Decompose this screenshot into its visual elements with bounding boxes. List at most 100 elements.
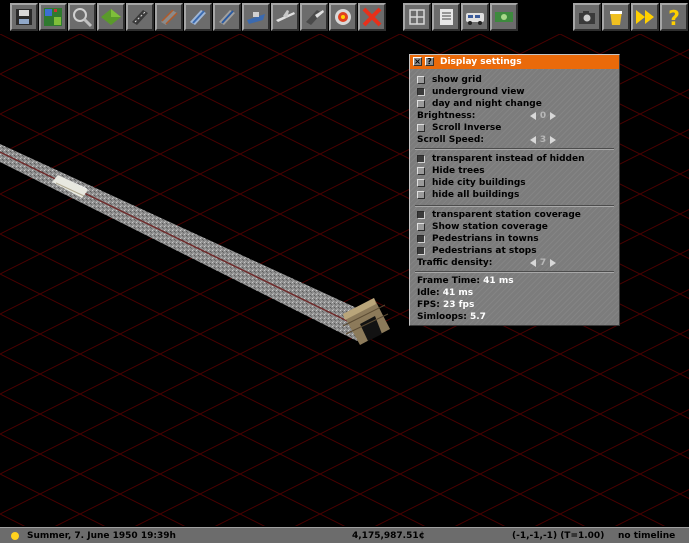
- fps-value: 23 fps: [442, 300, 475, 310]
- rail-tools-button[interactable]: [155, 3, 183, 31]
- brightness-label: Brightness:: [417, 111, 476, 121]
- display-settings-window[interactable]: × ? Display settings show grid undergrou…: [409, 54, 620, 326]
- window-title: Display settings: [440, 57, 522, 67]
- camera-icon: [579, 11, 595, 24]
- road-tools-button[interactable]: [126, 3, 154, 31]
- game-date: Summer, 7. June 1950 19:39h: [27, 531, 176, 541]
- show-station-coverage-checkbox[interactable]: [417, 223, 425, 231]
- floppy-disk-icon: [16, 9, 32, 25]
- minimap-button[interactable]: [39, 3, 67, 31]
- frame-time-label: Frame Time:: [417, 276, 481, 286]
- scroll-speed-increase-button[interactable]: [550, 136, 556, 144]
- help-icon: ?: [427, 57, 432, 66]
- cursor-coordinates: (-1,-1,-1) (T=1.00): [512, 531, 605, 541]
- pedestrians-in-towns-label: Pedestrians in towns: [432, 234, 539, 244]
- scroll-inverse-label: Scroll Inverse: [432, 123, 502, 133]
- drink-cup-icon: [610, 11, 622, 25]
- hide-city-buildings-label: hide city buildings: [432, 178, 526, 188]
- fast-forward-icon: [636, 10, 654, 24]
- question-mark-icon: ?: [668, 6, 680, 28]
- divider: [415, 271, 614, 273]
- rail-icon: [161, 9, 178, 25]
- window-help-button[interactable]: ?: [425, 57, 434, 66]
- brightness-value: 0: [539, 111, 547, 121]
- window-title-bar[interactable]: × ? Display settings: [410, 55, 619, 69]
- money-display: 4,175,987.51¢: [352, 531, 425, 541]
- pedestrians-at-stops-checkbox[interactable]: [417, 247, 425, 255]
- simloops-value: 5.7: [469, 312, 486, 322]
- show-grid-label: show grid: [432, 75, 482, 85]
- frame-time-value: 41 ms: [483, 276, 514, 286]
- underground-view-checkbox[interactable]: [417, 88, 425, 96]
- simloops-label: Simloops:: [417, 312, 467, 322]
- tram-icon: [219, 10, 235, 25]
- frame-time-row: Frame Time: 41 ms: [417, 275, 514, 287]
- inspect-button[interactable]: [68, 3, 96, 31]
- transparent-station-coverage-checkbox[interactable]: [417, 211, 425, 219]
- cross-icon: [362, 7, 382, 27]
- fast-forward-button[interactable]: [631, 3, 659, 31]
- idle-value: 41 ms: [442, 288, 474, 298]
- pause-button[interactable]: [602, 3, 630, 31]
- finances-button[interactable]: [490, 3, 518, 31]
- hide-all-buildings-checkbox[interactable]: [417, 191, 425, 199]
- stop-tools-button[interactable]: [300, 3, 328, 31]
- list-button[interactable]: [432, 3, 460, 31]
- day-night-label: day and night change: [432, 99, 542, 109]
- remove-button[interactable]: [329, 3, 357, 31]
- traffic-density-increase-button[interactable]: [550, 259, 556, 267]
- airplane-icon: [276, 10, 295, 22]
- close-icon: ×: [414, 57, 421, 66]
- main-toolbar: ?: [0, 0, 689, 34]
- fps-label: FPS:: [417, 300, 440, 310]
- scroll-speed-value: 3: [539, 135, 547, 145]
- demolish-button[interactable]: [358, 3, 386, 31]
- svg-text:?: ?: [668, 6, 680, 28]
- screenshot-button[interactable]: [573, 3, 601, 31]
- pedestrians-in-towns-checkbox[interactable]: [417, 235, 425, 243]
- terrain-icon: [101, 9, 121, 25]
- scroll-inverse-checkbox[interactable]: [417, 124, 425, 132]
- day-night-checkbox[interactable]: [417, 100, 425, 108]
- target-icon: [335, 9, 351, 25]
- timeline-status: no timeline: [618, 531, 676, 541]
- transparent-instead-of-hidden-checkbox[interactable]: [417, 155, 425, 163]
- help-button[interactable]: ?: [660, 3, 688, 31]
- fps-row: FPS: 23 fps: [417, 299, 474, 311]
- close-window-button[interactable]: ×: [413, 57, 422, 66]
- sun-icon: [11, 532, 19, 540]
- road-icon: [132, 10, 148, 25]
- hide-city-buildings-checkbox[interactable]: [417, 179, 425, 187]
- divider: [415, 148, 614, 150]
- ship-icon: [247, 12, 265, 24]
- airport-runway-icon: [306, 10, 324, 25]
- pedestrians-at-stops-label: Pedestrians at stops: [432, 246, 537, 256]
- brightness-increase-button[interactable]: [550, 112, 556, 120]
- transparent-instead-of-hidden-label: transparent instead of hidden: [432, 154, 585, 164]
- idle-label: Idle:: [417, 288, 440, 298]
- tram-tools-button[interactable]: [213, 3, 241, 31]
- terrain-tools-button[interactable]: [97, 3, 125, 31]
- traffic-density-label: Traffic density:: [417, 258, 493, 268]
- map-icon: [44, 8, 62, 26]
- show-grid-checkbox[interactable]: [417, 76, 425, 84]
- save-game-button[interactable]: [10, 3, 38, 31]
- hide-trees-checkbox[interactable]: [417, 167, 425, 175]
- traffic-density-value: 7: [539, 258, 547, 268]
- hide-trees-label: Hide trees: [432, 166, 485, 176]
- simloops-row: Simloops: 5.7: [417, 311, 486, 323]
- underground-view-label: underground view: [432, 87, 525, 97]
- magnifier-icon: [73, 8, 93, 28]
- monorail-icon: [190, 10, 206, 25]
- depot-vehicles-button[interactable]: [461, 3, 489, 31]
- hide-all-buildings-label: hide all buildings: [432, 190, 520, 200]
- transparent-station-coverage-label: transparent station coverage: [432, 210, 581, 220]
- document-icon: [440, 9, 453, 25]
- divider: [415, 205, 614, 207]
- special-buildings-button[interactable]: [403, 3, 431, 31]
- air-tools-button[interactable]: [271, 3, 299, 31]
- money-icon: [495, 12, 513, 22]
- ship-tools-button[interactable]: [242, 3, 270, 31]
- monorail-tools-button[interactable]: [184, 3, 212, 31]
- show-station-coverage-label: Show station coverage: [432, 222, 548, 232]
